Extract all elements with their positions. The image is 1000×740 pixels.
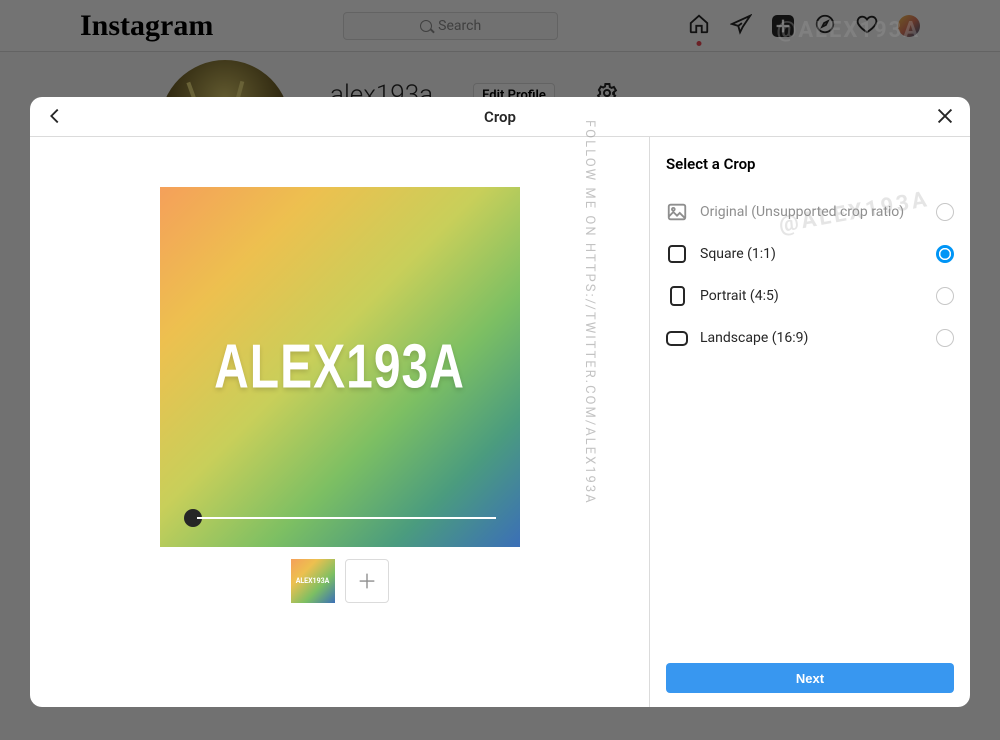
radio-icon [936, 245, 954, 263]
crop-preview[interactable]: ALEX193A [160, 187, 520, 547]
radio-icon [936, 329, 954, 347]
crop-option-label: Portrait (4:5) [700, 288, 924, 304]
preview-pane: ALEX193A ALEX193A [30, 137, 650, 707]
crop-option-label: Square (1:1) [700, 246, 924, 262]
crop-option-label: Landscape (16:9) [700, 330, 924, 346]
radio-icon [936, 287, 954, 305]
thumbnail-text: ALEX193A [296, 577, 330, 585]
preview-text: ALEX193A [214, 331, 465, 403]
thumbnail-1[interactable]: ALEX193A [291, 559, 335, 603]
zoom-slider[interactable] [184, 509, 496, 527]
radio-icon [936, 203, 954, 221]
add-media-button[interactable] [345, 559, 389, 603]
back-button[interactable] [44, 105, 66, 131]
next-button[interactable]: Next [666, 663, 954, 693]
crop-option-landscape[interactable]: Landscape (16:9) [666, 317, 954, 359]
modal-header: Crop [30, 97, 970, 137]
crop-modal: Crop ALEX193A ALEX193A [30, 97, 970, 707]
crop-option-portrait[interactable]: Portrait (4:5) [666, 275, 954, 317]
modal-body: ALEX193A ALEX193A Select a Crop Original… [30, 137, 970, 707]
close-button[interactable] [934, 105, 956, 131]
modal-title: Crop [484, 108, 516, 126]
crop-option-original: Original (Unsupported crop ratio) [666, 191, 954, 233]
crop-option-square[interactable]: Square (1:1) [666, 233, 954, 275]
options-heading: Select a Crop [666, 155, 954, 173]
crop-options-pane: Select a Crop Original (Unsupported crop… [650, 137, 970, 707]
crop-option-label: Original (Unsupported crop ratio) [700, 204, 924, 220]
thumbnail-row: ALEX193A [291, 559, 389, 603]
zoom-track [197, 517, 496, 519]
